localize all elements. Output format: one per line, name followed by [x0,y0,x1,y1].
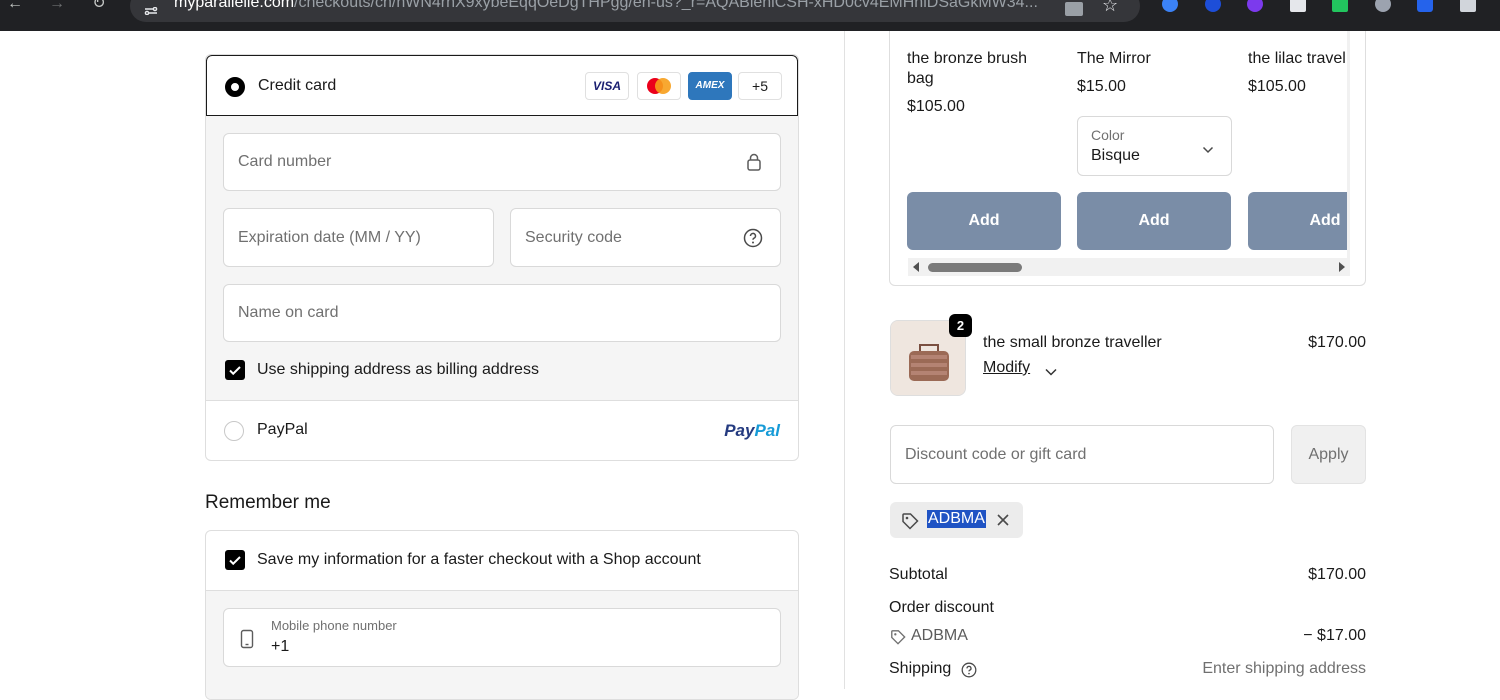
extension-shield-icon[interactable] [1205,0,1221,12]
forward-icon[interactable]: → [48,0,66,14]
credit-card-form: Card number Expiration date (MM / YY) Se… [206,116,798,401]
upsell-item-name: the bronze brush [907,50,1028,67]
discount-amount: − $17.00 [1303,627,1366,644]
upsell-item-name: The Mirror [1077,50,1151,67]
extensions-puzzle-icon[interactable] [1460,0,1476,12]
save-info-label: Save my information for a faster checkou… [257,551,701,568]
paypal-logo-pay: Pay [724,421,755,440]
back-icon[interactable]: ← [6,0,24,14]
name-on-card-placeholder: Name on card [238,304,339,321]
upsell-item-name: the lilac travel [1248,50,1346,67]
chevron-down-icon[interactable] [1044,364,1058,376]
credit-card-label: Credit card [258,77,337,94]
billing-address-label: Use shipping address as billing address [257,361,539,378]
discount-code-label: ADBMA [911,627,968,644]
security-code-placeholder: Security code [525,228,622,246]
paypal-logo-pal: Pal [754,421,780,440]
browser-toolbar: ← → ↻ myparallelle.com/checkouts/cn/hWN4… [0,0,1500,31]
card-number-input[interactable]: Card number [223,133,781,191]
extension-c-icon[interactable] [1417,0,1433,12]
more-cards-badge: +5 [738,72,782,100]
extension-pin-icon[interactable] [1162,0,1178,12]
paypal-logo: PayPal [724,421,780,441]
name-on-card-input[interactable]: Name on card [223,284,781,342]
card-number-placeholder: Card number [238,153,332,170]
expiration-date-input[interactable]: Expiration date (MM / YY) [223,208,494,267]
upsell-item-price: $105.00 [1248,78,1306,95]
bookmark-star-icon[interactable]: ☆ [1102,0,1118,14]
mastercard-logo [637,72,681,100]
paypal-label: PayPal [257,421,308,438]
remove-discount-close-icon[interactable] [996,513,1010,527]
billing-address-checkbox[interactable] [225,360,245,380]
upsell-item-price: $105.00 [907,98,965,115]
extension-circle-icon[interactable] [1247,0,1263,12]
color-select-value: Bisque [1091,147,1140,164]
applied-discount-code: ADBMA [927,510,986,528]
upsell-carousel: the bronze brush bag $105.00 Add The Mir… [889,31,1366,286]
paypal-radio[interactable] [224,421,244,441]
expiration-placeholder: Expiration date (MM / YY) [238,228,421,246]
scroll-right-arrow-icon[interactable] [1339,262,1345,272]
amex-logo: AMEX [688,72,732,100]
remember-me-heading: Remember me [205,492,331,513]
tag-icon [890,629,906,645]
cart-item-name: the small bronze traveller [983,334,1162,351]
credit-card-radio[interactable] [225,77,245,97]
scroll-left-arrow-icon[interactable] [913,262,919,272]
extension-globe-icon[interactable] [1375,0,1391,12]
visa-logo: VISA [585,72,629,100]
carousel-divider [1347,31,1350,276]
url-path: /checkouts/cn/hWN4rhX9xybeEqqOeDgTHPgg/e… [294,0,1038,11]
carousel-scrollbar[interactable] [908,258,1350,276]
extension-qr-icon[interactable] [1290,0,1306,12]
color-select-label: Color [1091,127,1125,143]
quantity-badge: 2 [949,314,972,337]
discount-code-input[interactable]: Discount code or gift card [890,425,1274,484]
order-discount-label: Order discount [889,599,994,616]
extension-leaf-icon[interactable] [1332,0,1348,12]
cart-line-item: 2 the small bronze traveller $170.00 Mod… [890,314,1366,398]
help-question-icon[interactable] [743,228,763,248]
subtotal-label: Subtotal [889,566,948,583]
discount-placeholder: Discount code or gift card [905,445,1087,463]
url-text: myparallelle.com/checkouts/cn/hWN4rhX9xy… [174,0,1038,12]
upsell-item-name-line2: bag [907,70,934,87]
add-upsell-button[interactable]: Add [1248,192,1347,250]
mobile-phone-input[interactable]: Mobile phone number +1 [223,608,781,667]
mobile-phone-icon [240,629,254,649]
payment-methods: Credit card VISA AMEX +5 Card number Exp… [205,54,799,461]
applied-discount-tag: ADBMA [890,502,1023,538]
shipping-help-icon[interactable] [961,662,977,678]
scrollbar-thumb[interactable] [928,263,1022,272]
security-code-input[interactable]: Security code [510,208,781,267]
paypal-option[interactable]: PayPal PayPal [206,401,798,460]
tag-icon [901,512,919,530]
chevron-down-icon [1202,141,1214,154]
lock-icon [746,153,762,171]
add-upsell-button[interactable]: Add [907,192,1061,250]
modify-link[interactable]: Modify [983,359,1030,377]
apply-button[interactable]: Apply [1291,425,1366,484]
shipping-value: Enter shipping address [1202,660,1366,677]
add-upsell-button[interactable]: Add [1077,192,1231,250]
shop-account-section: Save my information for a faster checkou… [205,530,799,700]
site-info-icon[interactable] [144,2,158,16]
upsell-item-price: $15.00 [1077,78,1126,95]
subtotal-value: $170.00 [1308,566,1366,583]
upsell-item-clipped: the lilac travel $105.00 Add [1248,31,1347,256]
reload-icon[interactable]: ↻ [90,0,108,14]
phone-field-label: Mobile phone number [271,618,397,633]
address-bar[interactable]: myparallelle.com/checkouts/cn/hWN4rhX9xy… [130,0,1140,22]
url-domain: myparallelle.com [174,0,295,11]
save-info-checkbox[interactable] [225,550,245,570]
shipping-label: Shipping [889,660,952,677]
color-select[interactable]: Color Bisque [1077,116,1232,176]
phone-field-value: +1 [271,638,290,655]
phone-section: Mobile phone number +1 [206,590,798,699]
translate-icon[interactable] [1065,2,1083,16]
credit-card-option[interactable]: Credit card VISA AMEX +5 [206,55,798,116]
cart-item-price: $170.00 [1308,334,1366,351]
